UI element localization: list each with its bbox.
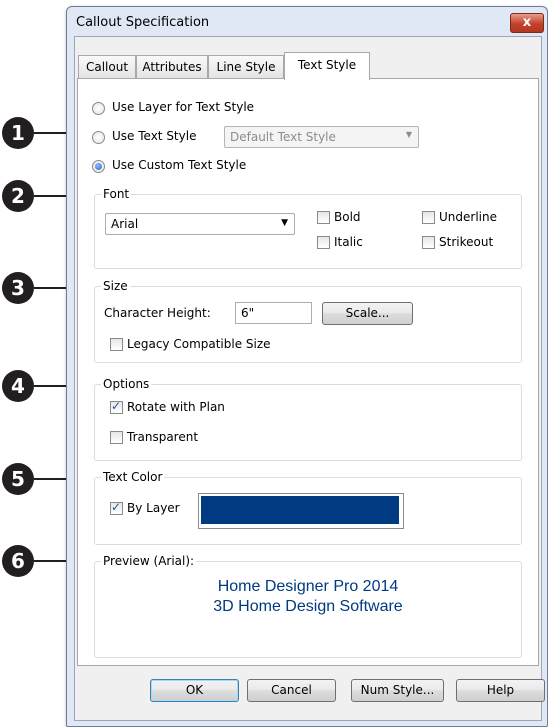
by-layer-label[interactable]: By Layer (127, 501, 180, 515)
tab-attributes[interactable]: Attributes (136, 55, 208, 79)
character-height-label: Character Height: (104, 306, 211, 320)
font-group: Font Arial ▼ Bold Italic Underline Strik… (94, 187, 522, 269)
callout-4: 4 (2, 370, 34, 402)
help-button[interactable]: Help (456, 679, 545, 702)
italic-checkbox[interactable] (317, 236, 330, 249)
strikeout-label[interactable]: Strikeout (439, 235, 493, 249)
callout-6: 6 (2, 545, 34, 577)
options-legend: Options (101, 377, 152, 391)
bold-label[interactable]: Bold (334, 210, 361, 224)
rotate-with-plan-checkbox[interactable] (110, 399, 123, 414)
font-select-value: Arial (111, 217, 139, 231)
use-layer-text-style-label[interactable]: Use Layer for Text Style (112, 100, 254, 114)
text-color-legend: Text Color (101, 470, 165, 484)
callout-specification-dialog: Callout Specification x Callout Attribut… (66, 6, 548, 727)
font-legend: Font (101, 187, 132, 201)
transparent-checkbox[interactable] (110, 431, 123, 444)
preview-line-1: Home Designer Pro 2014 (217, 578, 399, 595)
legacy-compatible-size-checkbox[interactable] (110, 338, 123, 351)
num-style-button[interactable]: Num Style... (351, 679, 444, 702)
font-select[interactable]: Arial ▼ (105, 213, 295, 235)
text-style-select-value: Default Text Style (230, 130, 336, 144)
tab-line-style[interactable]: Line Style (208, 55, 284, 79)
cancel-button[interactable]: Cancel (247, 679, 336, 702)
by-layer-checkbox[interactable] (110, 500, 123, 515)
preview-group: Preview (Arial): Home Designer Pro 2014 … (94, 554, 522, 658)
strikeout-checkbox[interactable] (422, 236, 435, 249)
size-legend: Size (101, 279, 130, 293)
underline-label[interactable]: Underline (439, 210, 497, 224)
text-color-group: Text Color By Layer (94, 470, 522, 545)
use-custom-text-style-radio[interactable] (92, 160, 105, 173)
size-group: Size Character Height: 6" Scale... Legac… (94, 279, 522, 363)
color-swatch (201, 496, 399, 524)
underline-checkbox[interactable] (422, 211, 435, 224)
preview-line-2: 3D Home Design Software (213, 598, 403, 615)
text-style-panel: Use Layer for Text Style Use Text Style … (77, 78, 539, 666)
scale-button[interactable]: Scale... (322, 302, 413, 325)
use-custom-text-style-label[interactable]: Use Custom Text Style (112, 158, 246, 172)
tab-callout[interactable]: Callout (78, 55, 136, 79)
callout-5: 5 (2, 463, 34, 495)
color-swatch-button[interactable] (198, 493, 404, 529)
character-height-input[interactable]: 6" (235, 302, 312, 324)
rotate-with-plan-label[interactable]: Rotate with Plan (127, 400, 225, 414)
italic-label[interactable]: Italic (334, 235, 363, 249)
window-title: Callout Specification (76, 15, 210, 30)
close-icon: x (522, 15, 532, 30)
options-group: Options Rotate with Plan Transparent (94, 377, 522, 461)
chevron-down-icon: ▼ (405, 130, 412, 139)
ok-button[interactable]: OK (150, 679, 239, 702)
use-text-style-radio[interactable] (92, 131, 105, 144)
callout-1: 1 (2, 117, 34, 149)
legacy-compatible-size-label[interactable]: Legacy Compatible Size (127, 337, 271, 351)
text-style-select[interactable]: Default Text Style ▼ (224, 126, 419, 148)
use-layer-text-style-radio[interactable] (92, 102, 105, 115)
tab-text-style[interactable]: Text Style (284, 52, 370, 80)
close-button[interactable]: x (510, 13, 544, 33)
callout-2: 2 (2, 180, 34, 212)
dialog-client-area: Callout Attributes Line Style Text Style… (74, 36, 545, 721)
callout-3: 3 (2, 272, 34, 304)
transparent-label[interactable]: Transparent (127, 430, 198, 444)
use-text-style-label[interactable]: Use Text Style (112, 129, 196, 143)
preview-legend: Preview (Arial): (101, 554, 197, 568)
character-height-value: 6" (241, 306, 255, 320)
bold-checkbox[interactable] (317, 211, 330, 224)
chevron-down-icon: ▼ (281, 218, 288, 228)
title-bar[interactable]: Callout Specification x (67, 7, 547, 37)
